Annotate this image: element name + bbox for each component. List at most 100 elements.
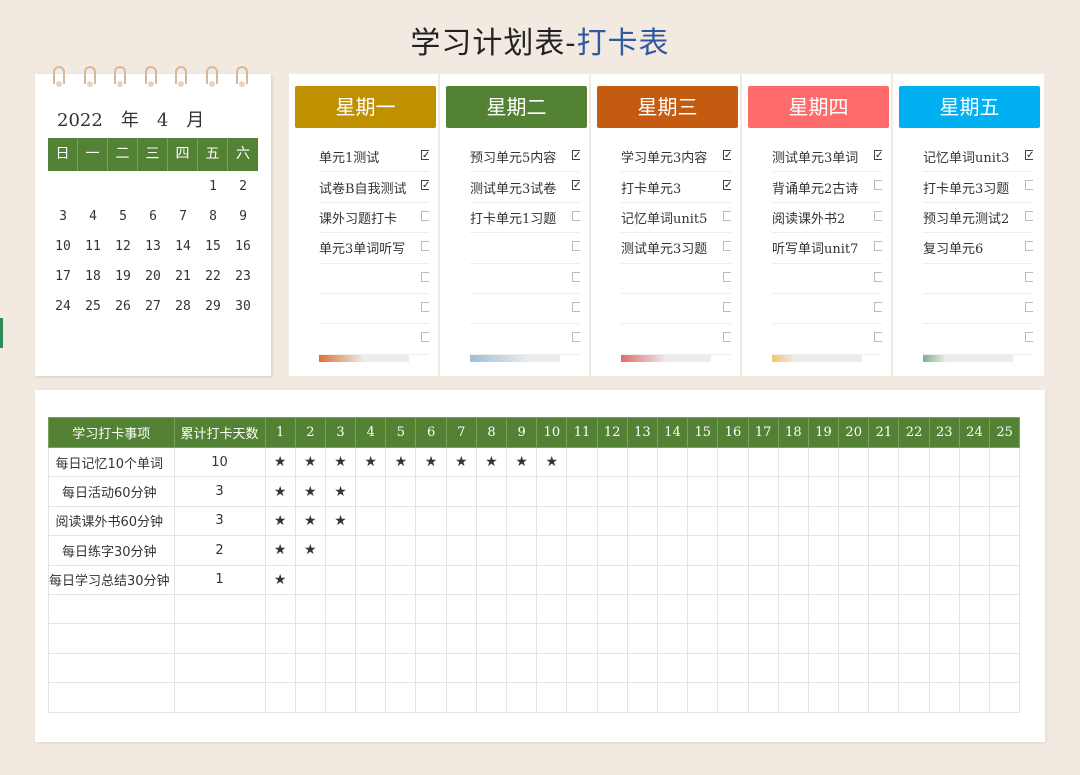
tracker-day-cell[interactable] bbox=[385, 682, 417, 713]
tracker-day-cell[interactable] bbox=[807, 505, 840, 537]
tracker-day-cell[interactable] bbox=[989, 564, 1021, 595]
tracker-day-cell[interactable] bbox=[717, 682, 749, 713]
tracker-day-cell[interactable] bbox=[415, 593, 447, 625]
tracker-day-cell[interactable] bbox=[445, 652, 477, 684]
tracker-day-cell[interactable] bbox=[777, 476, 809, 507]
tracker-day-cell[interactable] bbox=[898, 623, 930, 654]
tracker-day-cell[interactable]: ★ bbox=[445, 446, 477, 478]
tracker-day-cell[interactable] bbox=[898, 593, 930, 625]
task-checkbox[interactable] bbox=[1025, 332, 1033, 343]
tracker-day-cell[interactable] bbox=[777, 505, 809, 537]
tracker-day-cell[interactable] bbox=[566, 682, 598, 713]
tracker-day-cell[interactable] bbox=[536, 535, 568, 566]
tracker-day-cell[interactable] bbox=[687, 682, 719, 713]
tracker-day-cell[interactable] bbox=[838, 476, 870, 507]
tracker-day-cell[interactable] bbox=[807, 623, 840, 654]
calendar-day-cell[interactable]: 30 bbox=[228, 299, 258, 314]
tracker-day-cell[interactable] bbox=[807, 476, 840, 507]
tracker-day-cell[interactable] bbox=[989, 505, 1021, 537]
calendar-day-cell[interactable]: 11 bbox=[78, 239, 108, 254]
tracker-day-cell[interactable] bbox=[324, 535, 357, 566]
tracker-day-cell[interactable] bbox=[928, 476, 960, 507]
calendar-day-cell[interactable]: 12 bbox=[108, 239, 138, 254]
task-checkbox[interactable] bbox=[421, 210, 429, 221]
calendar-day-cell[interactable]: 24 bbox=[48, 299, 78, 314]
tracker-day-cell[interactable] bbox=[807, 446, 840, 478]
task-checkbox[interactable]: ✓ bbox=[572, 150, 580, 161]
tracker-day-cell[interactable] bbox=[898, 535, 930, 566]
task-checkbox[interactable] bbox=[572, 210, 580, 221]
tracker-day-cell[interactable] bbox=[294, 564, 326, 595]
tracker-day-cell[interactable] bbox=[928, 623, 960, 654]
tracker-day-cell[interactable]: ★ bbox=[294, 476, 326, 507]
task-checkbox[interactable] bbox=[421, 332, 429, 343]
tracker-day-cell[interactable] bbox=[536, 623, 568, 654]
tracker-day-cell[interactable]: ★ bbox=[264, 476, 296, 507]
tracker-day-cell[interactable] bbox=[626, 623, 658, 654]
calendar-day-cell[interactable]: 16 bbox=[228, 239, 258, 254]
tracker-day-cell[interactable] bbox=[656, 593, 689, 625]
tracker-day-cell[interactable] bbox=[898, 652, 930, 684]
tracker-day-cell[interactable] bbox=[415, 623, 447, 654]
tracker-day-cell[interactable] bbox=[868, 564, 900, 595]
tracker-day-cell[interactable] bbox=[415, 682, 447, 713]
tracker-day-cell[interactable] bbox=[928, 593, 960, 625]
tracker-day-cell[interactable] bbox=[445, 682, 477, 713]
tracker-day-cell[interactable] bbox=[868, 682, 900, 713]
task-checkbox[interactable]: ✓ bbox=[874, 150, 882, 161]
tracker-day-cell[interactable] bbox=[928, 505, 960, 537]
tracker-day-cell[interactable] bbox=[838, 652, 870, 684]
tracker-day-cell[interactable] bbox=[415, 505, 447, 537]
task-checkbox[interactable] bbox=[723, 332, 731, 343]
tracker-day-cell[interactable] bbox=[536, 476, 568, 507]
task-checkbox[interactable] bbox=[572, 271, 580, 282]
tracker-day-cell[interactable] bbox=[838, 535, 870, 566]
tracker-day-cell[interactable] bbox=[475, 476, 508, 507]
calendar-day-cell[interactable]: 27 bbox=[138, 299, 168, 314]
tracker-day-cell[interactable]: ★ bbox=[264, 505, 296, 537]
tracker-day-cell[interactable]: ★ bbox=[264, 535, 296, 566]
tracker-day-cell[interactable]: ★ bbox=[415, 446, 447, 478]
tracker-day-cell[interactable] bbox=[838, 593, 870, 625]
tracker-day-cell[interactable] bbox=[717, 593, 749, 625]
tracker-day-cell[interactable] bbox=[898, 505, 930, 537]
tracker-day-cell[interactable] bbox=[294, 623, 326, 654]
tracker-day-cell[interactable]: ★ bbox=[324, 505, 357, 537]
tracker-day-cell[interactable] bbox=[687, 623, 719, 654]
calendar-day-cell[interactable]: 25 bbox=[78, 299, 108, 314]
tracker-day-cell[interactable] bbox=[355, 476, 387, 507]
tracker-day-cell[interactable] bbox=[506, 682, 538, 713]
tracker-day-cell[interactable] bbox=[868, 593, 900, 625]
tracker-day-cell[interactable] bbox=[687, 505, 719, 537]
tracker-day-cell[interactable] bbox=[566, 476, 598, 507]
tracker-day-cell[interactable] bbox=[747, 476, 779, 507]
tracker-day-cell[interactable] bbox=[656, 505, 689, 537]
tracker-day-cell[interactable] bbox=[928, 535, 960, 566]
task-checkbox[interactable] bbox=[1025, 180, 1033, 191]
task-checkbox[interactable] bbox=[572, 332, 580, 343]
tracker-day-cell[interactable] bbox=[566, 446, 598, 478]
calendar-day-cell[interactable]: 1 bbox=[198, 179, 228, 194]
tracker-day-cell[interactable] bbox=[626, 446, 658, 478]
tracker-day-cell[interactable] bbox=[717, 623, 749, 654]
task-checkbox[interactable]: ✓ bbox=[572, 180, 580, 191]
calendar-day-cell[interactable]: 14 bbox=[168, 239, 198, 254]
tracker-day-cell[interactable] bbox=[596, 446, 628, 478]
tracker-day-cell[interactable] bbox=[475, 652, 508, 684]
calendar-day-cell[interactable]: 18 bbox=[78, 269, 108, 284]
tracker-day-cell[interactable] bbox=[928, 682, 960, 713]
tracker-day-cell[interactable] bbox=[868, 476, 900, 507]
tracker-day-cell[interactable]: ★ bbox=[355, 446, 387, 478]
tracker-day-cell[interactable] bbox=[958, 682, 991, 713]
tracker-day-cell[interactable] bbox=[687, 446, 719, 478]
tracker-day-cell[interactable] bbox=[596, 623, 628, 654]
tracker-day-cell[interactable] bbox=[385, 593, 417, 625]
tracker-day-cell[interactable] bbox=[566, 505, 598, 537]
tracker-day-cell[interactable] bbox=[989, 593, 1021, 625]
calendar-day-cell[interactable]: 9 bbox=[228, 209, 258, 224]
calendar-day-cell[interactable]: 26 bbox=[108, 299, 138, 314]
task-checkbox[interactable]: ✓ bbox=[421, 150, 429, 161]
tracker-day-cell[interactable] bbox=[415, 476, 447, 507]
tracker-day-cell[interactable] bbox=[536, 564, 568, 595]
tracker-day-cell[interactable] bbox=[506, 535, 538, 566]
